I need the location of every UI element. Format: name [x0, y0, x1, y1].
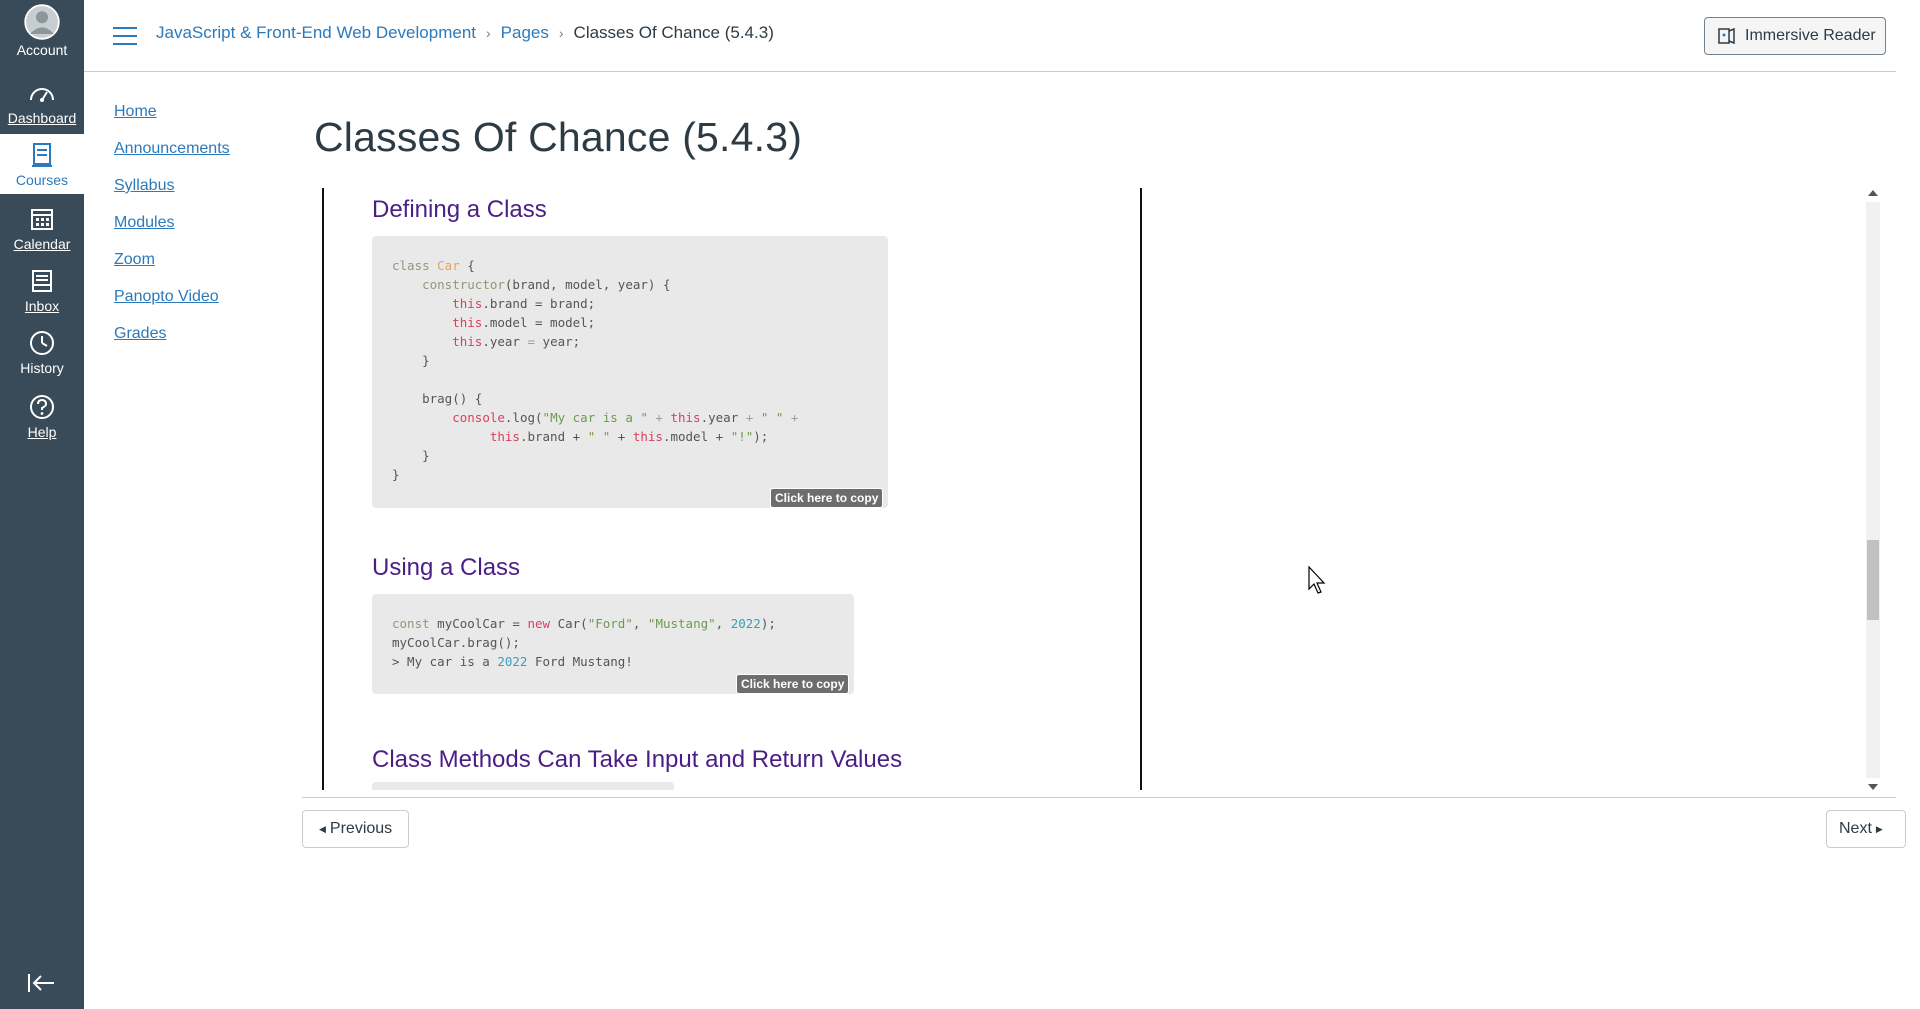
global-nav-account-label: Account: [16, 42, 68, 58]
scroll-down-arrow-icon[interactable]: [1868, 784, 1878, 790]
footer-divider: [302, 797, 1896, 798]
previous-button[interactable]: ◀ Previous: [302, 810, 409, 848]
immersive-reader-icon: [1718, 27, 1735, 45]
global-nav-inbox[interactable]: Inbox: [0, 258, 84, 320]
page-header: JavaScript & Front-End Web Development ›…: [84, 0, 1896, 72]
section-heading-defining-class: Defining a Class: [372, 196, 547, 223]
column-divider: [1140, 188, 1142, 790]
global-nav-inbox-label: Inbox: [24, 298, 60, 314]
section-heading-class-methods: Class Methods Can Take Input and Return …: [372, 746, 903, 773]
scrollbar-track[interactable]: [1866, 202, 1880, 778]
content-scrollbar[interactable]: [1866, 190, 1880, 790]
scrollbar-thumb[interactable]: [1867, 540, 1879, 620]
global-nav-dashboard[interactable]: Dashboard: [0, 70, 84, 132]
page-title: Classes Of Chance (5.4.3): [314, 114, 803, 160]
inbox-icon: [32, 270, 52, 292]
breadcrumb-course[interactable]: JavaScript & Front-End Web Development: [156, 23, 476, 43]
chevron-right-icon: ›: [486, 25, 491, 41]
hamburger-menu-icon[interactable]: [112, 26, 138, 46]
next-button[interactable]: Next ▶: [1826, 810, 1906, 848]
course-nav-modules[interactable]: Modules: [114, 213, 230, 233]
copy-code-button[interactable]: Click here to copy: [770, 488, 884, 508]
global-nav-calendar[interactable]: Calendar: [0, 196, 84, 258]
global-nav-courses[interactable]: Courses: [0, 134, 84, 194]
code-block-defining-class: class Car { constructor(brand, model, ye…: [372, 236, 888, 508]
copy-code-button[interactable]: Click here to copy: [736, 674, 850, 694]
scroll-up-arrow-icon[interactable]: [1868, 190, 1878, 196]
global-nav-history-label: History: [20, 360, 64, 376]
global-nav-dashboard-label: Dashboard: [7, 110, 77, 126]
section-heading-using-class: Using a Class: [372, 554, 521, 581]
courses-icon: [32, 143, 52, 167]
chevron-right-icon: ›: [558, 25, 564, 41]
avatar-icon: [24, 4, 60, 40]
global-nav: Account Dashboard Courses Calendar Inbox…: [0, 0, 84, 1009]
course-nav-zoom[interactable]: Zoom: [114, 250, 230, 270]
breadcrumb: JavaScript & Front-End Web Development ›…: [156, 23, 774, 43]
help-icon: [30, 395, 54, 419]
global-nav-help[interactable]: Help: [0, 384, 84, 446]
code-block-class-methods: [372, 782, 674, 790]
clock-icon: [30, 331, 54, 355]
global-nav-calendar-label: Calendar: [13, 236, 71, 252]
course-nav: Home Announcements Syllabus Modules Zoom…: [114, 102, 230, 361]
page-content-frame: Defining a Class class Car { constructor…: [322, 188, 1882, 790]
calendar-icon: [31, 209, 53, 230]
course-nav-panopto-video[interactable]: Panopto Video: [114, 287, 230, 307]
immersive-reader-button[interactable]: Immersive Reader: [1704, 17, 1886, 55]
global-nav-courses-label: Courses: [15, 172, 69, 188]
mouse-cursor-icon: [1308, 566, 1326, 594]
course-nav-announcements[interactable]: Announcements: [114, 139, 230, 159]
global-nav-help-label: Help: [27, 424, 57, 440]
course-nav-syllabus[interactable]: Syllabus: [114, 176, 230, 196]
global-nav-account[interactable]: Account: [0, 0, 84, 64]
previous-label: Previous: [329, 820, 393, 837]
breadcrumb-current: Classes Of Chance (5.4.3): [573, 23, 774, 42]
global-nav-history[interactable]: History: [0, 320, 84, 382]
next-label: Next: [1839, 820, 1872, 837]
course-nav-home[interactable]: Home: [114, 102, 230, 122]
dashboard-icon: [30, 88, 54, 102]
triangle-left-icon: ◀: [319, 823, 326, 834]
collapse-nav-icon[interactable]: [26, 972, 56, 994]
triangle-right-icon: ▶: [1875, 823, 1883, 834]
breadcrumb-pages[interactable]: Pages: [501, 23, 549, 43]
immersive-reader-label: Immersive Reader: [1745, 27, 1876, 44]
left-divider: [322, 188, 324, 790]
course-nav-grades[interactable]: Grades: [114, 324, 230, 344]
